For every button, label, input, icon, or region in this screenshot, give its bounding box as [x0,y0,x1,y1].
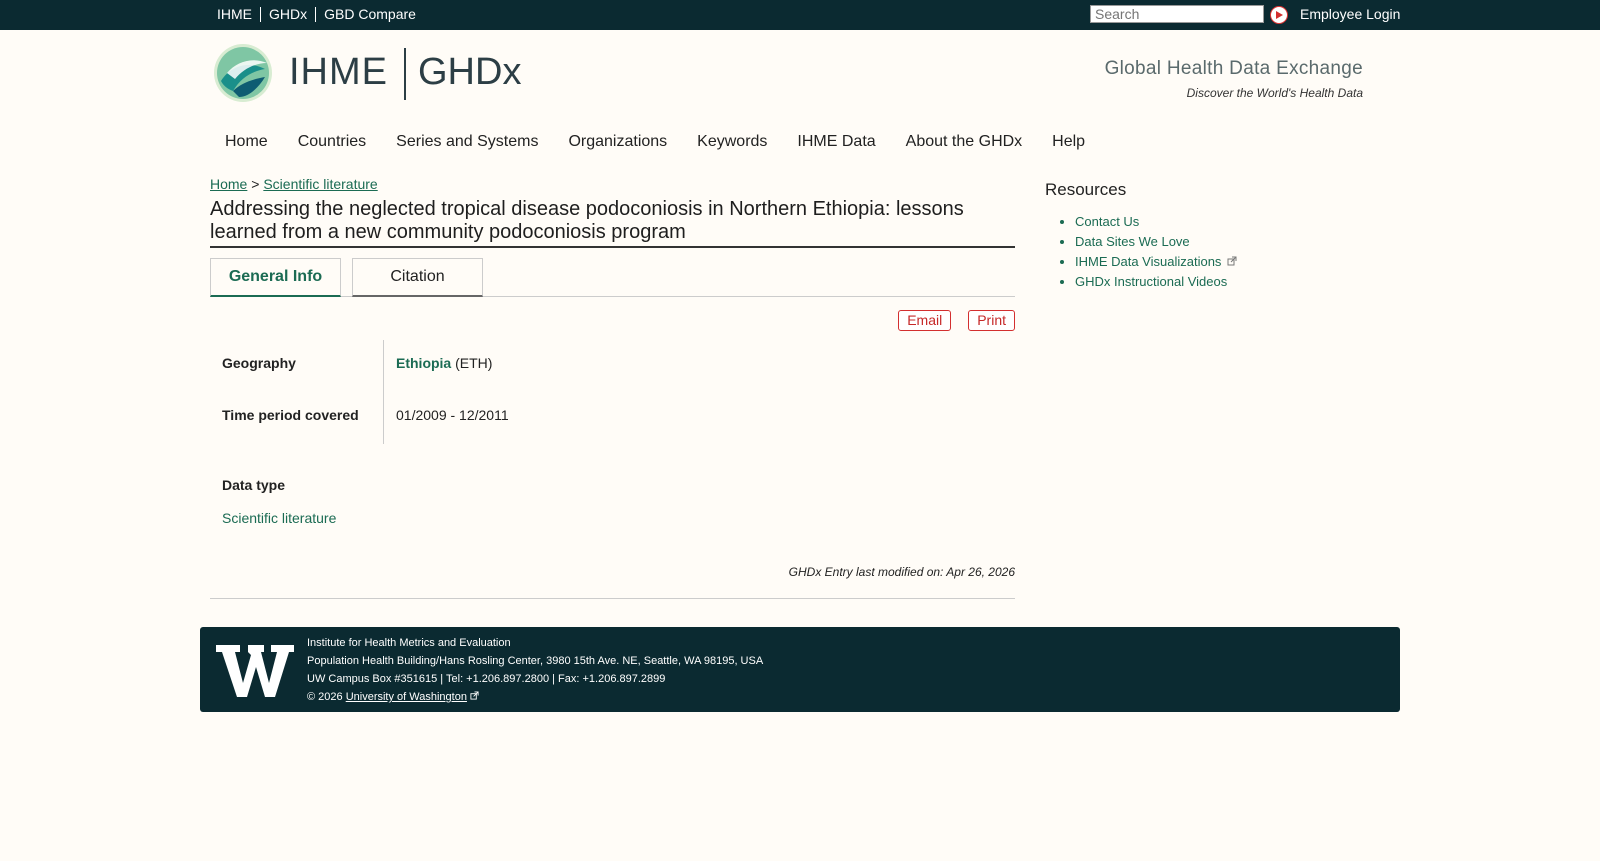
main-nav: Home Countries Series and Systems Organi… [225,133,1115,151]
header-tagline: Global Health Data Exchange Discover the… [1105,58,1363,100]
footer-uw-link[interactable]: University of Washington [346,691,467,703]
geography-link[interactable]: Ethiopia [396,355,451,371]
external-link-icon [470,691,479,700]
resource-link-visualizations[interactable]: IHME Data Visualizations [1075,254,1221,269]
content-divider [210,598,1015,599]
page-title: Addressing the neglected tropical diseas… [210,198,1015,248]
nav-item-home[interactable]: Home [225,133,268,151]
nav-item-keywords[interactable]: Keywords [697,133,767,151]
ihme-leaf-logo-icon [214,44,272,102]
site-logo[interactable]: IHME GHDx [213,43,525,103]
logo-divider [404,48,406,100]
main-content: Home > Scientific literature Addressing … [210,170,1015,599]
resources-list: Contact Us Data Sites We Love IHME Data … [1045,214,1237,289]
nav-item-organizations[interactable]: Organizations [568,133,667,151]
top-bar: IHME GHDx GBD Compare Employee Login [0,0,1600,30]
external-link-icon [1227,256,1237,266]
resource-link-videos[interactable]: GHDx Instructional Videos [1075,274,1227,289]
uw-logo-icon[interactable] [214,643,296,699]
footer-address: Institute for Health Metrics and Evaluat… [307,634,763,706]
employee-login-link[interactable]: Employee Login [1300,6,1400,22]
nav-item-help[interactable]: Help [1052,133,1085,151]
list-item: IHME Data Visualizations [1075,254,1237,269]
logo-ghdx-text: GHDx [418,51,522,93]
top-nav: IHME GHDx GBD Compare [217,6,416,22]
footer: Institute for Health Metrics and Evaluat… [200,627,1400,712]
logo-ihme-text: IHME [289,51,388,93]
tab-general-info[interactable]: General Info [210,258,341,297]
resource-link-data-sites[interactable]: Data Sites We Love [1075,234,1190,249]
tagline-subtitle: Discover the World's Health Data [1186,86,1363,100]
geography-label: Geography [222,355,296,371]
print-button[interactable]: Print [968,310,1015,331]
footer-copyright-line: © 2026 University of Washington [307,688,763,706]
sidebar-title: Resources [1045,180,1127,199]
list-item: Contact Us [1075,214,1237,229]
tab-citation[interactable]: Citation [352,258,483,297]
action-buttons: Email Print [881,310,1015,331]
footer-institute: Institute for Health Metrics and Evaluat… [307,637,511,649]
nav-item-about[interactable]: About the GHDx [906,133,1023,151]
time-period-label: Time period covered [222,407,359,423]
breadcrumb: Home > Scientific literature [210,176,1015,192]
topnav-separator [315,6,317,22]
nav-item-series-and-systems[interactable]: Series and Systems [396,133,538,151]
topnav-link-gbd-compare[interactable]: GBD Compare [324,6,416,22]
data-type-link[interactable]: Scientific literature [222,510,336,526]
topnav-separator [260,6,261,22]
play-arrow-icon [1276,11,1283,19]
geography-value: Ethiopia (ETH) [396,355,492,371]
list-item: Data Sites We Love [1075,234,1237,249]
time-period-value: 01/2009 - 12/2011 [396,407,509,423]
tab-bar: General Info Citation [210,258,1015,297]
footer-copyright: © 2026 [307,691,343,703]
geography-code: (ETH) [455,355,493,371]
topnav-link-ihme[interactable]: IHME [217,6,252,22]
footer-contact: UW Campus Box #351615 | Tel: +1.206.897.… [307,673,666,685]
tagline-title: Global Health Data Exchange [1104,58,1363,79]
topnav-link-ghdx[interactable]: GHDx [269,6,307,22]
email-button[interactable]: Email [898,310,952,331]
resource-link-contact[interactable]: Contact Us [1075,214,1139,229]
breadcrumb-separator: > [251,176,260,192]
detail-divider [383,340,384,444]
search-input[interactable] [1090,5,1264,23]
nav-item-countries[interactable]: Countries [298,133,366,151]
last-modified: GHDx Entry last modified on: Apr 26, 202… [788,565,1015,579]
data-type-label: Data type [222,477,286,493]
list-item: GHDx Instructional Videos [1075,274,1237,289]
footer-building: Population Health Building/Hans Rosling … [307,655,764,667]
breadcrumb-home[interactable]: Home [210,176,247,192]
resources-sidebar: Resources Contact Us Data Sites We Love … [1045,180,1237,294]
breadcrumb-section[interactable]: Scientific literature [263,176,377,192]
nav-item-ihme-data[interactable]: IHME Data [797,133,875,151]
search-submit-button[interactable] [1270,6,1288,24]
